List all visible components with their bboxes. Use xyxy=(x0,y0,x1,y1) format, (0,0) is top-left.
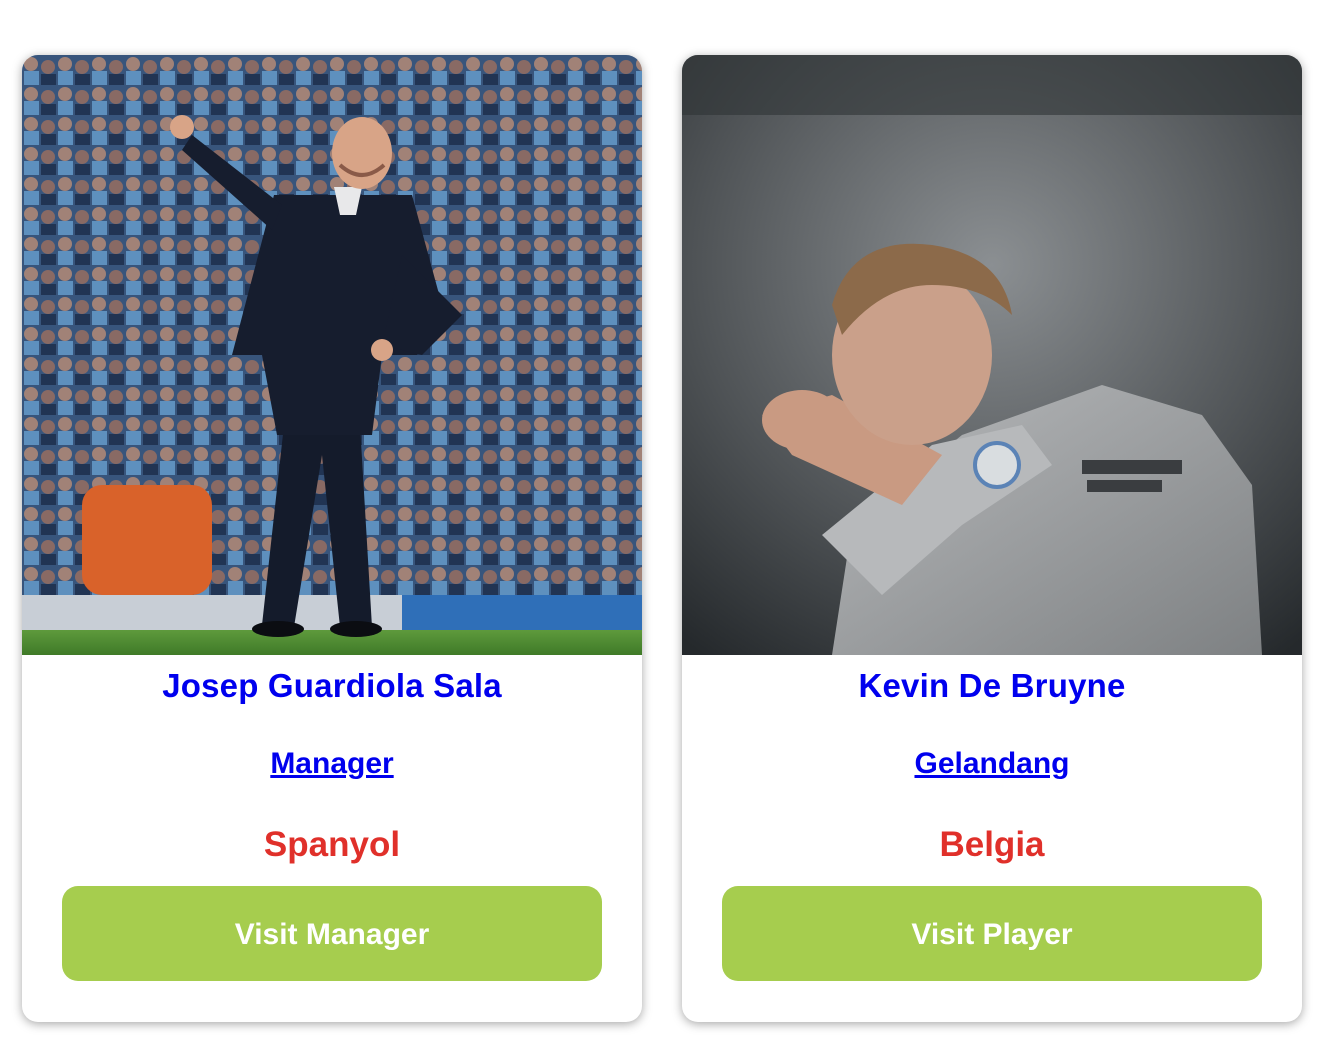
manager-name: Josep Guardiola Sala xyxy=(162,667,502,704)
manager-card: Josep Guardiola Sala Manager Spanyol Vis… xyxy=(22,55,642,1022)
card-grid: Josep Guardiola Sala Manager Spanyol Vis… xyxy=(0,0,1324,1057)
player-role-link[interactable]: Gelandang xyxy=(914,747,1069,780)
manager-photo xyxy=(22,55,642,655)
player-role: Gelandang xyxy=(682,747,1302,781)
visit-manager-button[interactable]: Visit Manager xyxy=(62,886,602,981)
manager-role: Manager xyxy=(22,747,642,781)
player-name: Kevin De Bruyne xyxy=(858,667,1126,704)
player-photo xyxy=(682,55,1302,655)
manager-country: Spanyol xyxy=(263,825,401,864)
manager-role-link[interactable]: Manager xyxy=(270,747,393,780)
player-card: Kevin De Bruyne Gelandang Belgia Visit P… xyxy=(682,55,1302,1022)
player-country: Belgia xyxy=(939,825,1045,864)
visit-player-button[interactable]: Visit Player xyxy=(722,886,1262,981)
